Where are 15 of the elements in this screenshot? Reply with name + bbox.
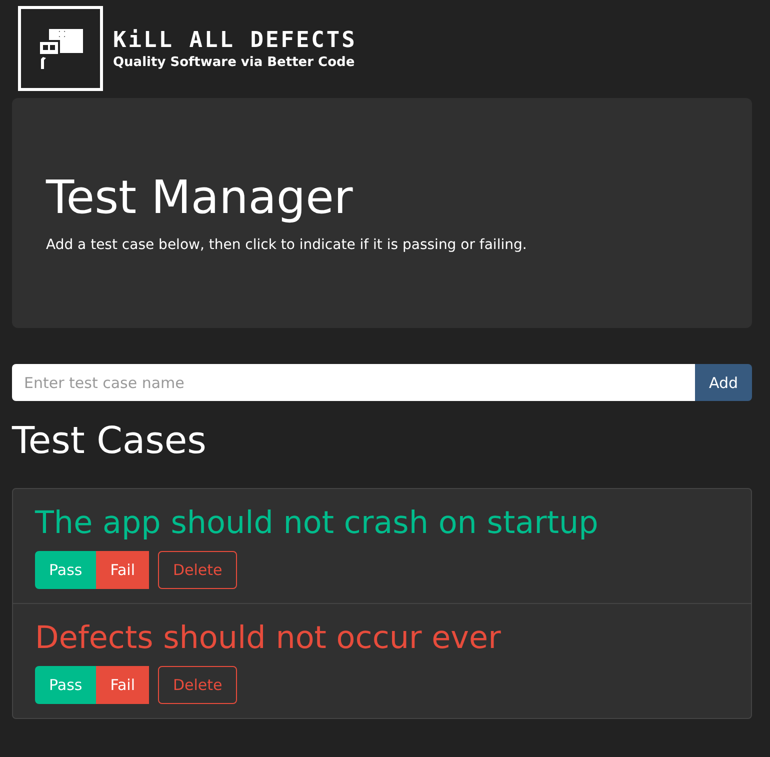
pass-button[interactable]: Pass <box>35 666 96 704</box>
test-case-name: Defects should not occur ever <box>35 620 502 656</box>
fail-button[interactable]: Fail <box>96 666 149 704</box>
pass-button[interactable]: Pass <box>35 551 96 589</box>
hero-title: Test Manager <box>46 172 354 223</box>
test-case-name: The app should not crash on startup <box>35 505 600 541</box>
fail-button[interactable]: Fail <box>96 551 149 589</box>
add-button[interactable]: Add <box>694 364 752 401</box>
brand-title: KiLL ALL DEFECTS <box>113 28 357 52</box>
brand-tagline: Quality Software via Better Code <box>113 54 356 70</box>
section-title: Test Cases <box>12 419 208 462</box>
hero-text: Add a test case below, then click to indicate if it is passing or failing. <box>46 236 528 253</box>
delete-button[interactable]: Delete <box>158 666 238 704</box>
test-name-field[interactable]: Enter test case name <box>12 364 695 401</box>
delete-button[interactable]: Delete <box>158 551 238 589</box>
